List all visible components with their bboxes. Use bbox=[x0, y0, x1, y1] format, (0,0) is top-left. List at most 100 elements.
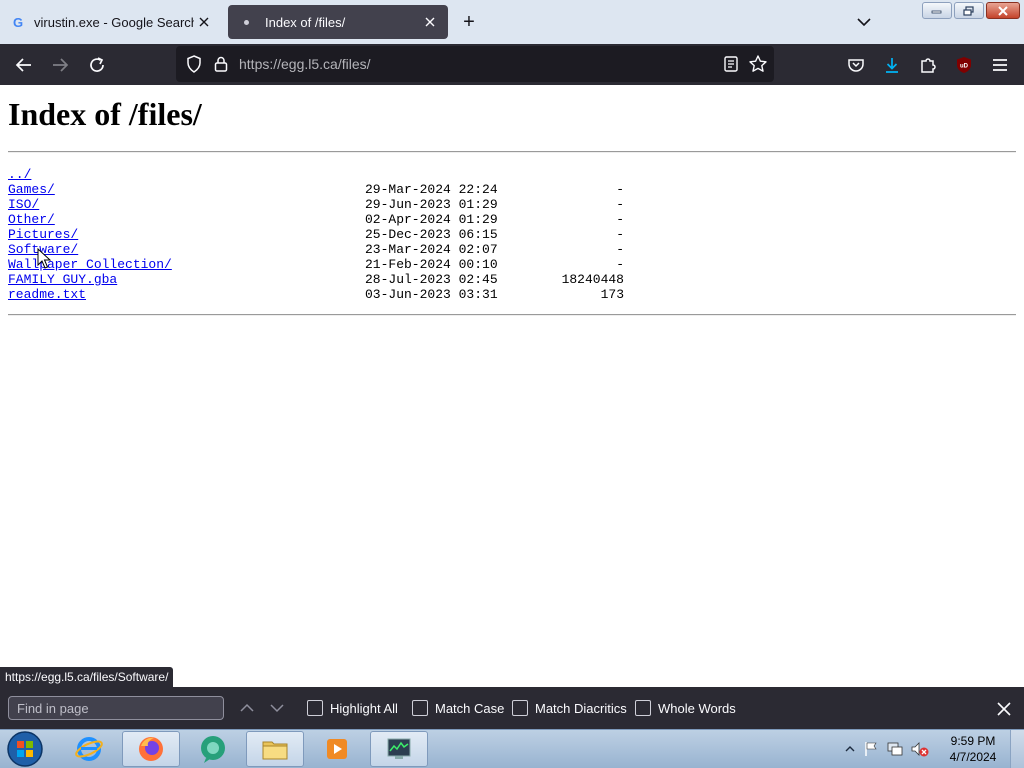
taskbar-chat-app[interactable] bbox=[184, 731, 242, 767]
close-window-button[interactable] bbox=[986, 2, 1020, 19]
ublock-origin-button[interactable]: uD bbox=[951, 52, 977, 78]
restore-button[interactable] bbox=[954, 2, 984, 19]
modified-date: 02-Apr-2024 01:29 bbox=[365, 212, 498, 227]
reload-button[interactable] bbox=[84, 52, 110, 78]
highlight-all-checkbox[interactable]: Highlight All bbox=[307, 699, 398, 717]
divider bbox=[8, 151, 1016, 153]
parent-directory-link[interactable]: ../ bbox=[8, 167, 31, 182]
reader-view-icon[interactable] bbox=[722, 55, 740, 73]
file-link[interactable]: Games/ bbox=[8, 182, 55, 197]
modified-date: 29-Mar-2024 22:24 bbox=[365, 182, 498, 197]
system-tray bbox=[844, 730, 930, 768]
checkbox[interactable] bbox=[307, 700, 323, 716]
file-link[interactable]: Other/ bbox=[8, 212, 55, 227]
pocket-button[interactable] bbox=[843, 52, 869, 78]
chat-app-icon bbox=[201, 736, 225, 763]
pocket-icon bbox=[848, 59, 864, 72]
lock-icon[interactable] bbox=[211, 54, 231, 74]
taskbar-clock[interactable]: 9:59 PM 4/7/2024 bbox=[944, 733, 1002, 765]
minimize-button[interactable] bbox=[922, 2, 952, 19]
url-bar[interactable]: https://egg.l5.ca/files/ bbox=[176, 46, 774, 82]
start-button[interactable] bbox=[4, 730, 46, 768]
find-in-page-input[interactable] bbox=[8, 696, 224, 720]
file-link[interactable]: ISO/ bbox=[8, 197, 39, 212]
tab-title: Index of /files/ bbox=[265, 14, 346, 30]
file-link[interactable]: Wallpaper Collection/ bbox=[8, 257, 172, 272]
volume-muted-icon[interactable] bbox=[910, 740, 930, 758]
tab-google-search[interactable]: G virustin.exe - Google Search bbox=[0, 5, 222, 39]
taskbar-internet-explorer[interactable] bbox=[60, 731, 118, 767]
file-size: - bbox=[616, 212, 624, 227]
find-bar: Highlight All Match Case Match Diacritic… bbox=[0, 687, 1024, 729]
action-center-flag-icon[interactable] bbox=[862, 740, 880, 758]
url-text[interactable]: https://egg.l5.ca/files/ bbox=[239, 56, 371, 72]
back-button[interactable] bbox=[11, 52, 37, 78]
window-controls bbox=[922, 2, 1020, 19]
navigation-toolbar: https://egg.l5.ca/files/ uD bbox=[0, 44, 1024, 85]
file-link[interactable]: FAMILY GUY.gba bbox=[8, 272, 117, 287]
whole-words-checkbox[interactable]: Whole Words bbox=[635, 699, 736, 717]
match-diacritics-checkbox[interactable]: Match Diacritics bbox=[512, 699, 627, 717]
divider bbox=[8, 314, 1016, 316]
file-size: - bbox=[616, 197, 624, 212]
modified-date: 29-Jun-2023 01:29 bbox=[365, 197, 498, 212]
downloads-button[interactable] bbox=[879, 52, 905, 78]
ublock-origin-icon: uD bbox=[957, 57, 971, 73]
file-size: 173 bbox=[600, 287, 624, 302]
close-tab-icon[interactable] bbox=[420, 12, 440, 32]
show-hidden-icons-icon[interactable] bbox=[844, 743, 856, 755]
checkbox[interactable] bbox=[512, 700, 528, 716]
page-content: Index of /files/ ../ Games/ 29-Mar-2024 … bbox=[0, 85, 1024, 687]
list-item: Software/ 23-Mar-2024 02:07 - bbox=[8, 242, 648, 257]
modified-date: 23-Mar-2024 02:07 bbox=[365, 242, 498, 257]
reload-icon bbox=[90, 57, 104, 72]
list-item: ISO/ 29-Jun-2023 01:29 - bbox=[8, 197, 648, 212]
windows-taskbar: 9:59 PM 4/7/2024 bbox=[0, 729, 1024, 768]
close-find-bar-icon[interactable] bbox=[994, 699, 1014, 719]
tab-index-of-files[interactable]: Index of /files/ bbox=[228, 5, 448, 39]
folder-icon bbox=[262, 741, 288, 760]
link-status-url: https://egg.l5.ca/files/Software/ bbox=[0, 667, 174, 687]
list-item: readme.txt 03-Jun-2023 03:31 173 bbox=[8, 287, 648, 302]
taskbar-task-manager[interactable] bbox=[370, 731, 428, 767]
bookmark-star-icon[interactable] bbox=[748, 54, 768, 74]
list-all-tabs-button[interactable] bbox=[854, 12, 874, 32]
file-size: - bbox=[616, 182, 624, 197]
task-manager-icon bbox=[387, 738, 411, 759]
option-label: Whole Words bbox=[658, 700, 736, 716]
firefox-icon bbox=[139, 737, 163, 761]
find-previous-icon[interactable] bbox=[238, 699, 256, 717]
checkbox[interactable] bbox=[635, 700, 651, 716]
forward-button[interactable] bbox=[47, 52, 73, 78]
taskbar-media-player[interactable] bbox=[308, 731, 366, 767]
checkbox[interactable] bbox=[412, 700, 428, 716]
taskbar-file-explorer[interactable] bbox=[246, 731, 304, 767]
network-icon[interactable] bbox=[886, 740, 904, 758]
list-item: Other/ 02-Apr-2024 01:29 - bbox=[8, 212, 648, 227]
file-link[interactable]: Pictures/ bbox=[8, 227, 78, 242]
list-item: Wallpaper Collection/ 21-Feb-2024 00:10 … bbox=[8, 257, 648, 272]
file-size: - bbox=[616, 257, 624, 272]
file-link[interactable]: readme.txt bbox=[8, 287, 86, 302]
dot-icon bbox=[244, 19, 249, 25]
clock-date: 4/7/2024 bbox=[949, 750, 997, 764]
close-tab-icon[interactable] bbox=[194, 12, 214, 32]
shield-icon[interactable] bbox=[184, 54, 204, 74]
puzzle-piece-icon bbox=[921, 58, 936, 73]
new-tab-button[interactable]: + bbox=[458, 11, 480, 33]
list-item: Pictures/ 25-Dec-2023 06:15 - bbox=[8, 227, 648, 242]
forward-arrow-icon bbox=[53, 58, 69, 72]
find-next-icon[interactable] bbox=[268, 699, 286, 717]
modified-date: 03-Jun-2023 03:31 bbox=[365, 287, 498, 302]
restore-icon bbox=[963, 5, 974, 16]
show-desktop-button[interactable] bbox=[1010, 730, 1024, 768]
match-case-checkbox[interactable]: Match Case bbox=[412, 699, 504, 717]
taskbar-firefox[interactable] bbox=[122, 731, 180, 767]
file-size: 18240448 bbox=[561, 272, 624, 287]
extensions-button[interactable] bbox=[915, 52, 941, 78]
option-label: Highlight All bbox=[330, 700, 398, 716]
list-item: Games/ 29-Mar-2024 22:24 - bbox=[8, 182, 648, 197]
back-arrow-icon bbox=[15, 58, 31, 72]
menu-button[interactable] bbox=[987, 52, 1013, 78]
modified-date: 25-Dec-2023 06:15 bbox=[365, 227, 498, 242]
